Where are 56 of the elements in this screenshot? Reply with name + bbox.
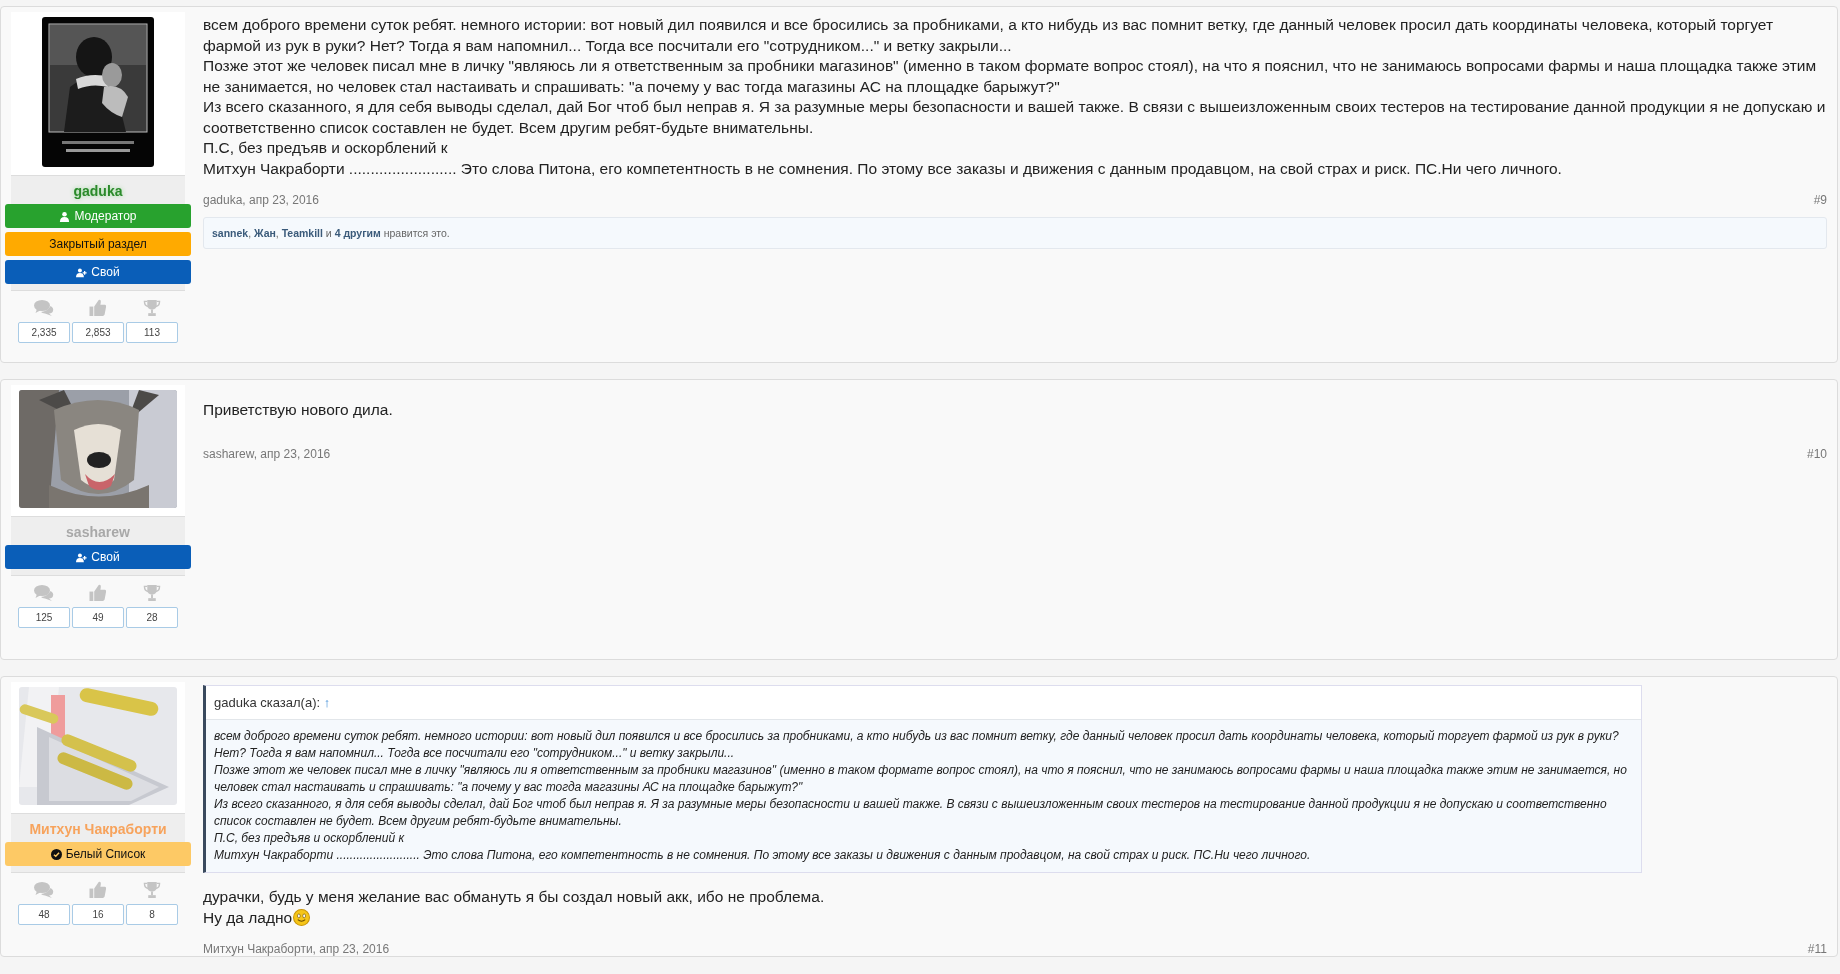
stat-count: 48 — [18, 904, 70, 925]
stat-count: 49 — [72, 607, 124, 628]
stat-count: 113 — [126, 322, 178, 343]
stat-count: 2,335 — [18, 322, 70, 343]
thumbs-up-icon — [88, 584, 108, 601]
badge-label: Свой — [91, 265, 120, 279]
separator-text: , — [248, 227, 252, 239]
quote-text: всем доброго времени суток ребят. немного истории: вот новый дил появился и все бросились за пробниками, а кто нибудь из вас помнит ветку, где данный человек просил дать координаты человека, который торгует фармой из рук в руки? Нет? Тогда я вам напомнил... Тогда все посчитали его "сотрудником..." и ветку закрыли... — [214, 728, 1620, 762]
post-number-link[interactable]: #11 — [1807, 942, 1827, 956]
chat-bubbles-icon — [34, 881, 54, 898]
badge-label: Закрытый раздел — [49, 237, 147, 251]
quote-text: Из всего сказанного, я для себя выводы сделал, дай Бог чтоб был неправ я. Я за разумные меры безопасности и вашей также. В связи с вышеизложенным своих тестеров на тестирование данной продукции я не допускаю и соответственно список составлен не будет. Всем другим ребят-будьте внимательны. — [214, 796, 1608, 830]
stat-count: 28 — [126, 607, 178, 628]
check-circle-icon — [50, 848, 62, 860]
post-number-link[interactable]: #9 — [1813, 193, 1827, 207]
post-text: Позже этот же человек писал мне в личку "являюсь ли я ответственным за пробники магазинов" (именно в таком формате вопрос стоял), на что я пояснил, что не занимаюсь вопросами фармы и наша площадка также этим не занимается, но человек стал настаивать и спрашивать: "а почему у вас тогда магазины АС на площадке барыжут?" — [203, 56, 1818, 97]
post-text: П.С, без предъяв и оскорблений к — [203, 138, 449, 158]
post-text: Ну да ладно — [203, 907, 1827, 928]
chat-bubbles-icon — [34, 584, 54, 601]
separator-text: , — [275, 227, 279, 239]
post-text: Митхун Чакраборти ......................... Это слова Питона, его компетентность в не сомнения. По этому все заказы и движения с данным продавцом, на свой страх и риск. ПС.Ни чего личного. — [203, 158, 1563, 179]
post-byline: gaduka, апр 23, 2016 — [203, 193, 319, 207]
user-plus-icon — [76, 551, 88, 563]
quote-attribution: gaduka сказал(а): — [214, 695, 321, 710]
trophy-icon — [142, 881, 162, 898]
chat-bubbles-icon — [34, 299, 54, 316]
badge-label: Модератор — [74, 209, 137, 223]
stat-count: 125 — [18, 607, 70, 628]
quote-text: П.С, без предъяв и оскорблений к — [214, 830, 406, 847]
trophy-icon — [142, 584, 162, 601]
user-link[interactable]: Teamkill — [281, 227, 323, 239]
quote-text: Митхун Чакраборти ......................... Это слова Питона, его компетентность в не сомнения. По этому все заказы и движения с данным продавцом, на свой страх и риск. ПС.Ни чего личного. — [214, 847, 1312, 864]
thumbs-up-icon — [88, 881, 108, 898]
post-text: дурачки, будь у меня желание вас обмануть я бы создал новый акк, ибо не проблема. — [203, 887, 826, 907]
trophy-icon — [142, 299, 162, 316]
likes-suffix: нравится это. — [383, 227, 450, 239]
username-link[interactable]: gaduka — [73, 183, 123, 199]
user-link[interactable]: Жан — [254, 227, 276, 239]
post-byline: Митхун Чакраборти, апр 23, 2016 — [203, 942, 390, 956]
user-plus-icon — [76, 266, 88, 278]
stat-count: 2,853 — [72, 322, 124, 343]
post-text: Из всего сказанного, я для себя выводы сделал, дай Бог чтоб был неправ я. Я за разумные меры безопасности и вашей также. В связи с вышеизложенным своих тестеров на тестирование данной продукции я не допускаю и соответственно список составлен не будет. Всем другим ребят-будьте внимательны. — [203, 97, 1827, 138]
quote-link[interactable]: ↑ — [323, 695, 331, 710]
post-text: всем доброго времени суток ребят. немного истории: вот новый дил появился и все бросились за пробниками, а кто нибудь из вас помнит ветку, где данный человек просил дать координаты человека, который торгует фармой из рук в руки? Нет? Тогда я вам напомнил... Тогда все посчитали его "сотрудником..." и ветку закрыли... — [203, 15, 1774, 56]
joiner-text: и — [325, 227, 332, 239]
post-number-link[interactable]: #10 — [1806, 446, 1827, 461]
badge-label: Белый Список — [65, 847, 146, 861]
quote-text: Позже этот же человек писал мне в личку "являюсь ли я ответственным за пробники магазинов" (именно в таком формате вопрос стоял), на что я пояснил, что не занимаюсь вопросами фармы и наша площадка также этим не занимается, но человек стал настаивать и спрашивать: "а почему у вас тогда магазины АС на площадке барыжут?" — [214, 762, 1628, 796]
badge-label: Свой — [91, 550, 120, 564]
post-text: Приветствую нового дила. — [203, 400, 394, 420]
others-link[interactable]: 4 другим — [334, 227, 381, 239]
stat-count: 8 — [126, 904, 178, 925]
post-byline: sasharew, апр 23, 2016 — [203, 446, 331, 461]
thumbs-up-icon — [88, 299, 108, 316]
user-icon — [59, 210, 71, 222]
stat-count: 16 — [72, 904, 124, 925]
